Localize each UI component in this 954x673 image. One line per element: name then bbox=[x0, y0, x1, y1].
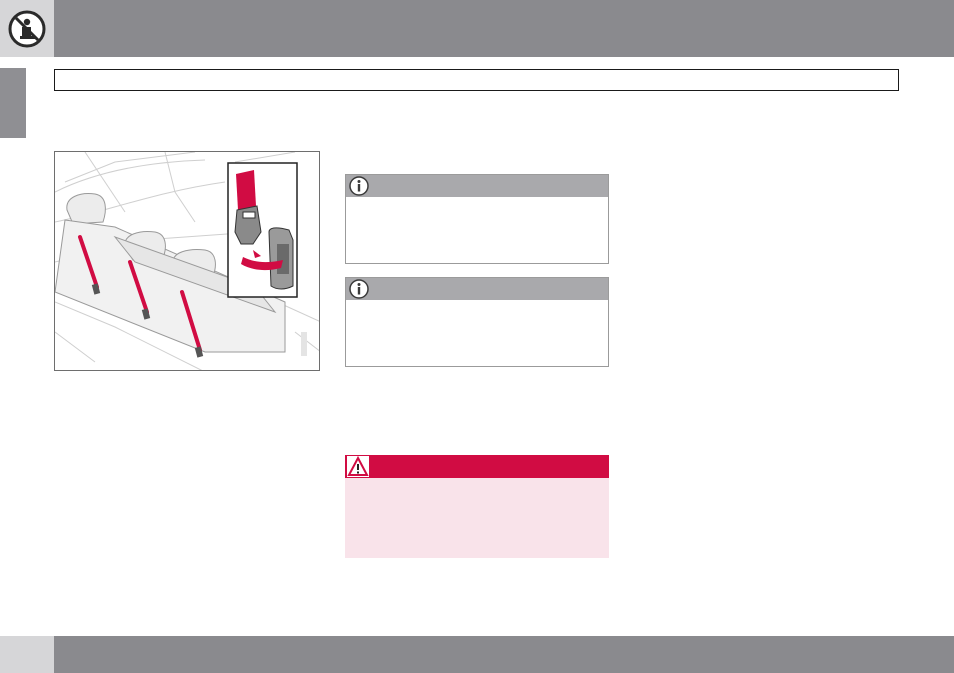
warning-header bbox=[345, 455, 609, 478]
chapter-side-tab bbox=[0, 68, 26, 138]
footer-bar bbox=[0, 636, 954, 673]
info-icon bbox=[349, 279, 369, 299]
section-title-box bbox=[54, 69, 899, 91]
rear-seat-belts-icon bbox=[55, 152, 319, 370]
info-icon bbox=[349, 176, 369, 196]
note-header-1 bbox=[346, 175, 608, 197]
rear-seat-belts-illustration bbox=[54, 151, 320, 371]
warning-icon-frame bbox=[347, 455, 369, 477]
warning-triangle-icon bbox=[347, 455, 369, 476]
footer-tab bbox=[0, 636, 54, 673]
note-box-1 bbox=[345, 174, 609, 264]
warning-box bbox=[345, 455, 609, 558]
note-box-2 bbox=[345, 277, 609, 367]
note-header-2 bbox=[346, 278, 608, 300]
seatbelt-prohibited-icon bbox=[8, 10, 46, 48]
header-bar bbox=[0, 0, 954, 57]
